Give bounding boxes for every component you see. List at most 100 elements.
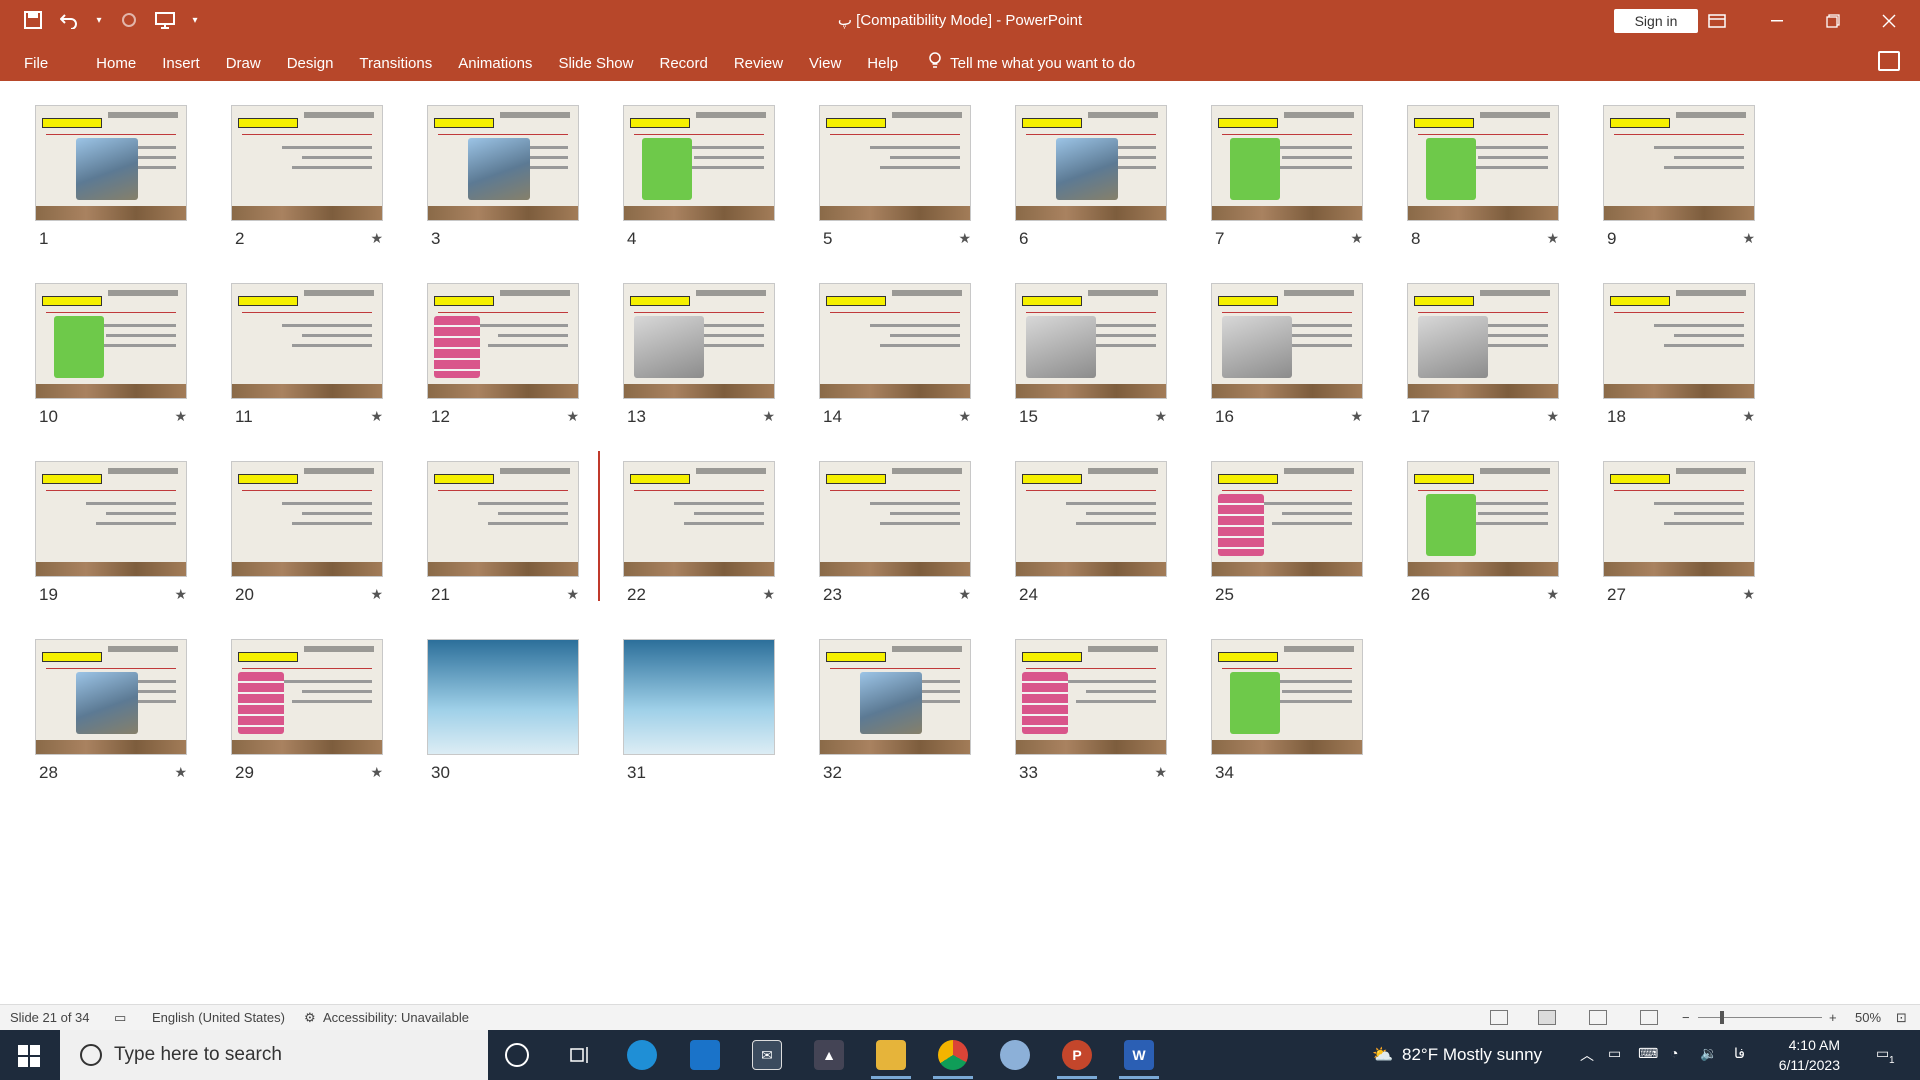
- animation-star-icon[interactable]: ★: [1742, 586, 1755, 603]
- paint-icon[interactable]: [1000, 1040, 1030, 1070]
- slide-thumbnail[interactable]: 26 ★: [1407, 437, 1559, 604]
- reading-view-icon[interactable]: [1589, 1010, 1607, 1025]
- edge-icon[interactable]: [627, 1040, 657, 1070]
- slide-thumbnail[interactable]: 7 ★: [1211, 81, 1363, 248]
- slide-preview[interactable]: [623, 461, 775, 577]
- slide-count-status[interactable]: Slide 21 of 34: [10, 1010, 90, 1025]
- animation-star-icon[interactable]: ★: [1742, 408, 1755, 425]
- slide-thumbnail[interactable]: 2 ★: [231, 81, 383, 248]
- slide-thumbnail[interactable]: 25: [1211, 437, 1363, 604]
- animation-star-icon[interactable]: ★: [762, 586, 775, 603]
- file-explorer-icon[interactable]: [876, 1040, 906, 1070]
- animation-star-icon[interactable]: ★: [174, 586, 187, 603]
- slide-thumbnail[interactable]: 32: [819, 615, 971, 782]
- animation-star-icon[interactable]: ★: [1546, 230, 1559, 247]
- fit-to-window-icon[interactable]: ⊡: [1896, 1010, 1907, 1026]
- tab-draw[interactable]: Draw: [226, 55, 261, 72]
- cortana-icon[interactable]: [505, 1043, 529, 1067]
- tab-design[interactable]: Design: [287, 55, 334, 72]
- zoom-out-icon[interactable]: −: [1682, 1010, 1690, 1025]
- slide-thumbnail[interactable]: 20 ★: [231, 437, 383, 604]
- slide-thumbnail[interactable]: 24: [1015, 437, 1167, 604]
- slide-thumbnail[interactable]: 15 ★: [1015, 259, 1167, 426]
- microsoft-store-icon[interactable]: [690, 1040, 720, 1070]
- device-icon[interactable]: ▭: [1608, 1045, 1621, 1062]
- slide-preview[interactable]: [1211, 461, 1363, 577]
- slide-thumbnail[interactable]: 16 ★: [1211, 259, 1363, 426]
- tab-slide-show[interactable]: Slide Show: [558, 55, 633, 72]
- restore-icon[interactable]: [1810, 0, 1856, 41]
- animation-star-icon[interactable]: ★: [958, 586, 971, 603]
- slide-thumbnail[interactable]: 34: [1211, 615, 1363, 782]
- tell-me-search[interactable]: Tell me what you want to do: [928, 52, 1135, 74]
- slide-preview[interactable]: [1603, 283, 1755, 399]
- tab-record[interactable]: Record: [659, 55, 707, 72]
- slide-preview[interactable]: [1015, 461, 1167, 577]
- accessibility-status[interactable]: Accessibility: Unavailable: [323, 1010, 469, 1025]
- animation-star-icon[interactable]: ★: [566, 408, 579, 425]
- animation-star-icon[interactable]: ★: [1742, 230, 1755, 247]
- slide-thumbnail[interactable]: 8 ★: [1407, 81, 1559, 248]
- slide-thumbnail[interactable]: 27 ★: [1603, 437, 1755, 604]
- slide-thumbnail[interactable]: 5 ★: [819, 81, 971, 248]
- slide-preview[interactable]: [623, 639, 775, 755]
- animation-star-icon[interactable]: ★: [1546, 408, 1559, 425]
- powerpoint-icon[interactable]: P: [1062, 1040, 1092, 1070]
- slide-thumbnail[interactable]: 3: [427, 81, 579, 248]
- task-view-icon[interactable]: [565, 1040, 595, 1070]
- tab-insert[interactable]: Insert: [162, 55, 200, 72]
- slide-preview[interactable]: [35, 461, 187, 577]
- slide-preview[interactable]: [1407, 283, 1559, 399]
- slide-thumbnail[interactable]: 9 ★: [1603, 81, 1755, 248]
- volume-icon[interactable]: 🔉: [1700, 1045, 1717, 1062]
- mail-icon[interactable]: ✉: [752, 1040, 782, 1070]
- tab-home[interactable]: Home: [96, 55, 136, 72]
- normal-view-icon[interactable]: [1490, 1010, 1508, 1025]
- slide-thumbnail[interactable]: 12 ★: [427, 259, 579, 426]
- zoom-level[interactable]: 50%: [1855, 1010, 1881, 1025]
- slide-preview[interactable]: [1015, 105, 1167, 221]
- slide-thumbnail[interactable]: 22 ★: [623, 437, 775, 604]
- slide-thumbnail[interactable]: 23 ★: [819, 437, 971, 604]
- slide-preview[interactable]: [819, 639, 971, 755]
- slide-preview[interactable]: [1603, 105, 1755, 221]
- animation-star-icon[interactable]: ★: [370, 764, 383, 781]
- slide-preview[interactable]: [231, 461, 383, 577]
- animation-star-icon[interactable]: ★: [370, 586, 383, 603]
- slide-thumbnail[interactable]: 14 ★: [819, 259, 971, 426]
- slide-thumbnail[interactable]: 29 ★: [231, 615, 383, 782]
- slide-preview[interactable]: [427, 283, 579, 399]
- language-status[interactable]: English (United States): [152, 1010, 285, 1025]
- slide-preview[interactable]: [1015, 639, 1167, 755]
- show-hidden-icons-icon[interactable]: ︿: [1580, 1045, 1594, 1065]
- slide-preview[interactable]: [1407, 461, 1559, 577]
- animation-star-icon[interactable]: ★: [1154, 408, 1167, 425]
- slide-preview[interactable]: [427, 639, 579, 755]
- zoom-slider-thumb[interactable]: [1720, 1011, 1724, 1024]
- tab-help[interactable]: Help: [867, 55, 898, 72]
- slide-preview[interactable]: [819, 461, 971, 577]
- slide-thumbnail[interactable]: 21 ★: [427, 437, 579, 604]
- tab-transitions[interactable]: Transitions: [359, 55, 432, 72]
- slide-preview[interactable]: [1015, 283, 1167, 399]
- zoom-slider[interactable]: [1698, 1017, 1822, 1018]
- chrome-icon[interactable]: [938, 1040, 968, 1070]
- input-language[interactable]: فا: [1734, 1045, 1745, 1062]
- slide-preview[interactable]: [623, 283, 775, 399]
- animation-star-icon[interactable]: ★: [1350, 408, 1363, 425]
- slide-preview[interactable]: [231, 639, 383, 755]
- slide-preview[interactable]: [623, 105, 775, 221]
- weather-icon[interactable]: ⛅: [1372, 1045, 1393, 1065]
- minimize-icon[interactable]: [1754, 0, 1800, 41]
- slide-thumbnail[interactable]: 17 ★: [1407, 259, 1559, 426]
- animation-star-icon[interactable]: ★: [958, 408, 971, 425]
- ribbon-display-options-icon[interactable]: [1694, 0, 1740, 41]
- animation-star-icon[interactable]: ★: [370, 408, 383, 425]
- animation-star-icon[interactable]: ★: [566, 586, 579, 603]
- sign-in-button[interactable]: Sign in: [1614, 9, 1698, 33]
- slide-thumbnail[interactable]: 13 ★: [623, 259, 775, 426]
- slide-preview[interactable]: [1603, 461, 1755, 577]
- slide-preview[interactable]: [1211, 283, 1363, 399]
- animation-star-icon[interactable]: ★: [1154, 764, 1167, 781]
- notifications-icon[interactable]: ▭: [1876, 1045, 1889, 1062]
